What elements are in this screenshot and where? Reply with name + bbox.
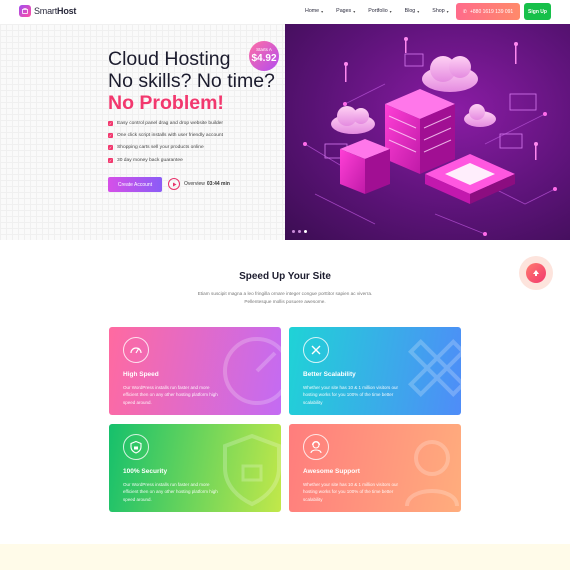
check-icon: ✓ [108, 157, 113, 163]
speedometer-icon [123, 337, 149, 363]
feature-card-better-scalability[interactable]: Better Scalability Whether your site has… [289, 327, 461, 415]
feature-card-support[interactable]: Awesome Support Whether your site has 10… [289, 424, 461, 512]
phone-number: +880 1619 139 091 [469, 8, 514, 15]
menu-item-shop[interactable]: Shop ▾ [432, 8, 448, 14]
menu-item-pages[interactable]: Pages ▾ [336, 8, 355, 14]
brand-name: SmartHost [34, 6, 77, 16]
check-icon: ✓ [108, 132, 113, 138]
list-item: ✓ One click script installs with user fri… [108, 132, 224, 138]
next-section-strip [0, 544, 570, 570]
check-icon: ✓ [108, 145, 113, 151]
list-item: ✓ Easy control panel drag and drop websit… [108, 120, 224, 126]
card-title: 100% Security [123, 468, 168, 475]
phone-button[interactable]: ✆ +880 1619 139 091 [456, 3, 520, 20]
card-title: High Speed [123, 371, 159, 378]
list-item: ✓ Shopping carts sell your products onlin… [108, 145, 204, 151]
support-agent-icon [303, 434, 329, 460]
brand-logo[interactable]: SmartHost [19, 5, 76, 17]
phone-icon: ✆ [462, 8, 467, 15]
section-title: Speed Up Your Site [239, 271, 331, 282]
list-item: ✓ 30 day money back guarantee [108, 157, 183, 163]
logo-icon [19, 5, 31, 17]
carousel-dot[interactable] [292, 230, 295, 233]
menu-item-portfolio[interactable]: Portfolio ▾ [368, 8, 391, 14]
card-text: Whether your site has 10 & 1 million vis… [303, 482, 399, 502]
chevron-down-icon: ▾ [353, 8, 356, 14]
card-text: Whether your site has 10 & 1 million vis… [303, 385, 399, 405]
card-title: Better Scalability [303, 371, 356, 378]
hero-illustration [285, 24, 570, 240]
chevron-down-icon: ▾ [446, 8, 449, 14]
menu-item-home[interactable]: Home ▾ [305, 8, 323, 14]
overview-video-link[interactable]: Overview 03:44 min [168, 178, 230, 190]
support-agent-icon [397, 428, 461, 512]
chevron-down-icon: ▾ [417, 8, 420, 14]
card-text: Our WordPress installs run faster and mo… [123, 385, 218, 405]
section-description: Etiam suscipit magna a leo fringilla orn… [197, 291, 373, 304]
play-icon [168, 178, 180, 190]
feature-list: ✓ Easy control panel drag and drop websit… [108, 117, 223, 166]
pencil-ruler-icon [397, 331, 461, 415]
server-cloud-illustration [303, 37, 557, 236]
speedometer-icon [217, 331, 281, 415]
signup-button[interactable]: Sign Up [524, 3, 551, 20]
shield-lock-icon [217, 428, 281, 512]
chevron-down-icon: ▾ [389, 8, 392, 14]
carousel-dots [292, 230, 307, 233]
shield-lock-icon [123, 434, 149, 460]
price-badge: Starts A $4.92 [249, 41, 279, 71]
top-navbar: SmartHost Home ▾ Pages ▾ Portfolio ▾ Blog ▾ … [0, 0, 570, 24]
menu-item-blog[interactable]: Blog ▾ [405, 8, 420, 14]
feature-card-security[interactable]: 100% Security Our WordPress installs run… [109, 424, 281, 512]
feature-card-high-speed[interactable]: High Speed Our WordPress installs run fa… [109, 327, 281, 415]
card-title: Awesome Support [303, 468, 360, 475]
create-account-button[interactable]: Create Account [108, 177, 162, 192]
check-icon: ✓ [108, 120, 113, 126]
main-menu: Home ▾ Pages ▾ Portfolio ▾ Blog ▾ Shop ▾ [305, 8, 462, 14]
pencil-ruler-icon [303, 337, 329, 363]
chevron-down-icon: ▾ [321, 8, 324, 14]
carousel-dot[interactable] [298, 230, 301, 233]
card-text: Our WordPress installs run faster and mo… [123, 482, 218, 502]
carousel-dot[interactable] [304, 230, 307, 233]
